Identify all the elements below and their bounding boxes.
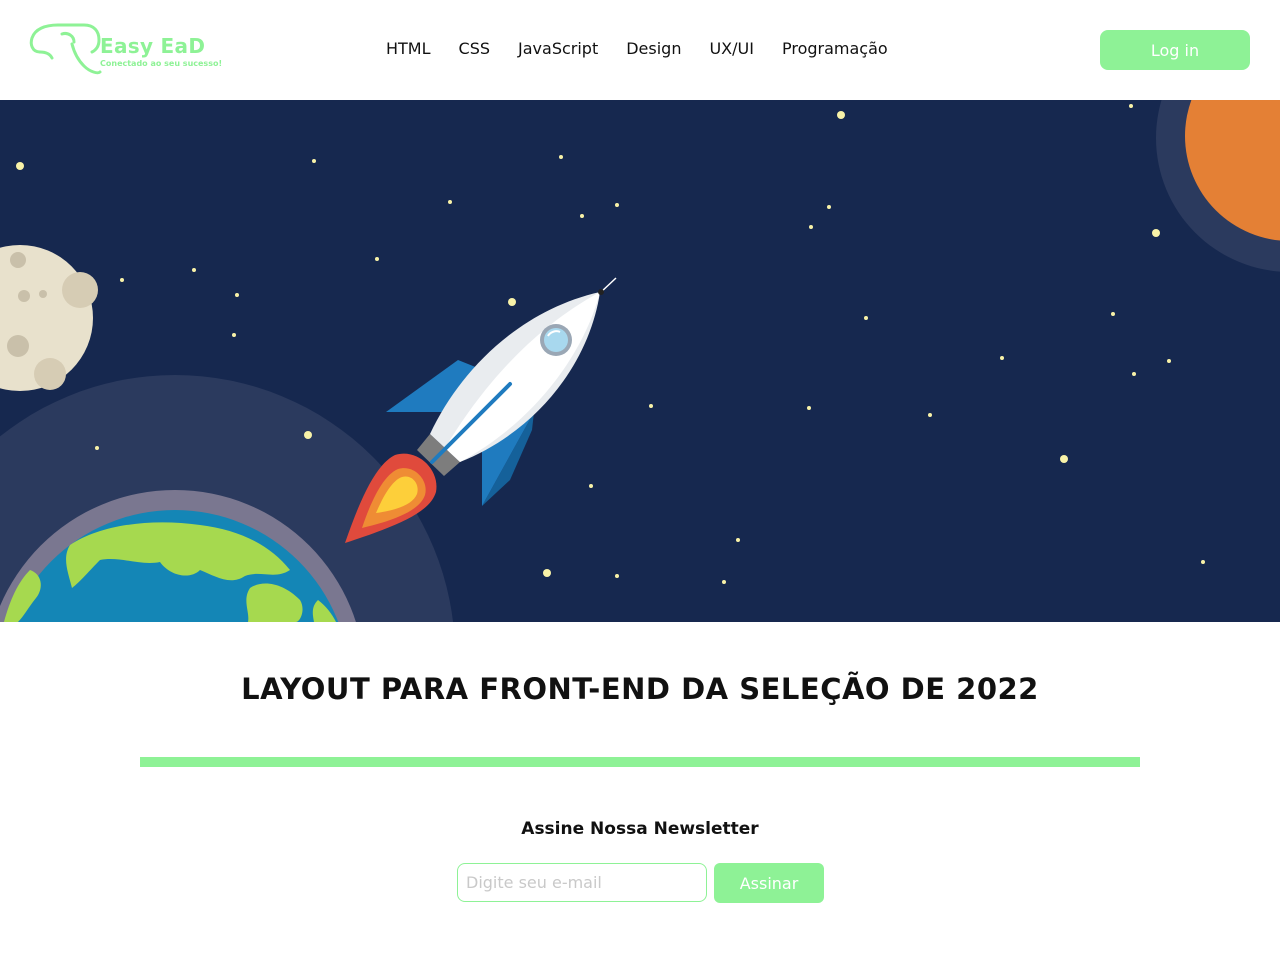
logo-tagline: Conectado ao seu sucesso! (100, 59, 223, 68)
logo[interactable]: Easy EaD Conectado ao seu sucesso! (28, 22, 222, 78)
newsletter-title: Assine Nossa Newsletter (521, 819, 759, 839)
nav-item-design[interactable]: Design (626, 39, 681, 59)
nav-item-html[interactable]: HTML (386, 39, 431, 59)
nav-item-css[interactable]: CSS (459, 39, 490, 59)
site-header: Easy EaD Conectado ao seu sucesso! HTML … (0, 0, 1280, 100)
login-button[interactable]: Log in (1100, 30, 1250, 70)
nav-item-ux-ui[interactable]: UX/UI (709, 39, 754, 59)
subscribe-button[interactable]: Assinar (714, 863, 824, 903)
email-field[interactable] (457, 863, 707, 902)
nav-item-programacao[interactable]: Programação (782, 39, 888, 59)
section-divider (140, 757, 1140, 767)
rocket-launch-illustration (0, 100, 1280, 622)
main-nav: HTML CSS JavaScript Design UX/UI Program… (386, 39, 888, 59)
logo-name: Easy EaD (100, 34, 206, 58)
page-title: LAYOUT PARA FRONT-END DA SELEÇÃO DE 2022 (241, 672, 1039, 706)
nav-item-javascript[interactable]: JavaScript (518, 39, 598, 59)
elephant-outline-icon (29, 23, 102, 75)
hero-banner (0, 100, 1280, 622)
